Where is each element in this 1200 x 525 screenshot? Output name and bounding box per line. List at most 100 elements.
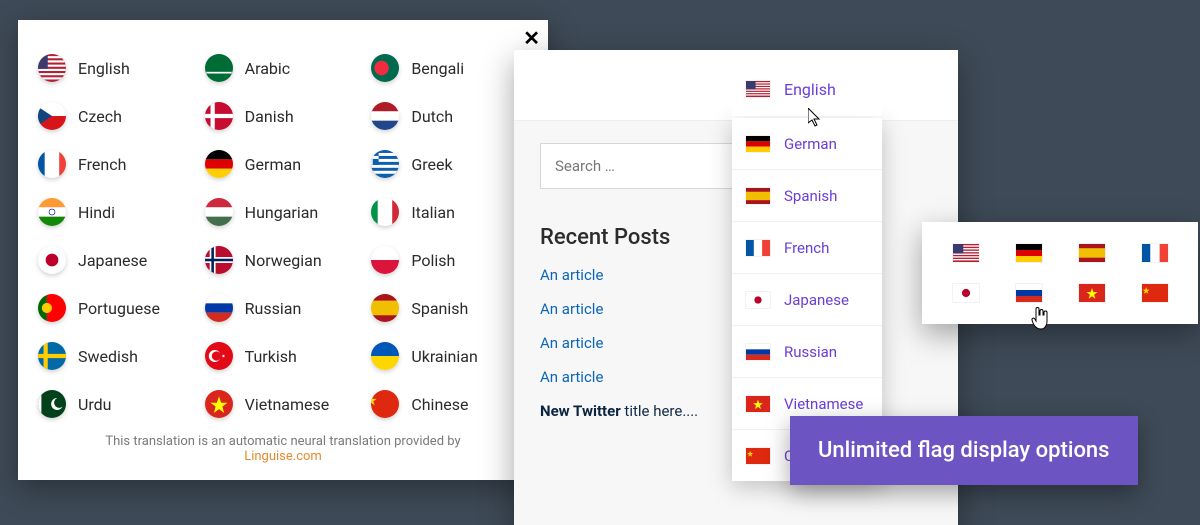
flag-icon (205, 102, 233, 130)
flag-icon (371, 54, 399, 82)
language-option-tr[interactable]: Turkish (205, 332, 362, 380)
flag-icon (38, 390, 66, 418)
language-option-pl[interactable]: Polish (371, 236, 528, 284)
flag-option-es[interactable] (1079, 244, 1105, 262)
language-label: Czech (78, 107, 122, 126)
language-option-se[interactable]: Swedish (38, 332, 195, 380)
flag-icon (205, 198, 233, 226)
flag-option-ru[interactable] (1016, 284, 1042, 302)
language-option-no[interactable]: Norwegian (205, 236, 362, 284)
tooltip-text: Unlimited flag display options (818, 438, 1110, 463)
language-option-sa[interactable]: Arabic (205, 44, 362, 92)
flag-icon (746, 81, 770, 97)
language-option-vn[interactable]: Vietnamese (205, 380, 362, 428)
footer-text: This translation is an automatic neural … (105, 434, 460, 449)
language-label: Hungarian (245, 203, 319, 222)
flag-icon (746, 448, 770, 464)
flag-icon (371, 198, 399, 226)
flag-icon (38, 342, 66, 370)
language-option-us[interactable]: English (38, 44, 195, 92)
flag-icon (371, 246, 399, 274)
language-label: German (245, 155, 301, 174)
dropdown-item-de[interactable]: German (732, 118, 882, 169)
language-label: Portuguese (78, 299, 160, 318)
language-option-in[interactable]: Hindi (38, 188, 195, 236)
language-label: Hindi (78, 203, 115, 222)
flag-icon (746, 344, 770, 360)
language-popup: ✕ English Arabic Bengali Czech Danish Dutch Fr… (18, 20, 548, 480)
dropdown-item-label: Spanish (784, 187, 837, 205)
flag-option-cn[interactable] (1142, 284, 1168, 302)
flag-icon (38, 246, 66, 274)
language-label: English (78, 59, 130, 78)
language-option-ua[interactable]: Ukrainian (371, 332, 528, 380)
flag-icon (205, 342, 233, 370)
language-label: Spanish (411, 299, 468, 318)
language-option-dk[interactable]: Danish (205, 92, 362, 140)
tooltip-banner: Unlimited flag display options (790, 416, 1138, 485)
language-label: Turkish (245, 347, 297, 366)
flag-icon (205, 294, 233, 322)
language-grid: English Arabic Bengali Czech Danish Dutch Fren… (38, 44, 528, 428)
close-icon[interactable]: ✕ (523, 26, 540, 50)
flag-option-vn[interactable] (1079, 284, 1105, 302)
language-label: Urdu (78, 395, 112, 414)
language-label: Bengali (411, 59, 464, 78)
language-label: Ukrainian (411, 347, 477, 366)
flag-option-de[interactable] (1016, 244, 1042, 262)
flag-icon (371, 102, 399, 130)
footer-link[interactable]: Linguise.com (244, 449, 322, 464)
flag-icon (205, 150, 233, 178)
language-dropdown-selected[interactable]: English (732, 62, 882, 116)
popup-footer: This translation is an automatic neural … (38, 434, 528, 464)
flag-icon (38, 54, 66, 82)
flag-icon (371, 150, 399, 178)
dropdown-item-jp[interactable]: Japanese (732, 273, 882, 325)
dropdown-item-fr[interactable]: French (732, 221, 882, 273)
post-title-rest: title here.... (621, 402, 698, 420)
language-option-hu[interactable]: Hungarian (205, 188, 362, 236)
search-placeholder: Search … (555, 157, 615, 175)
language-label: Swedish (78, 347, 138, 366)
flag-icon (746, 292, 770, 308)
flag-icon (746, 240, 770, 256)
language-label: Arabic (245, 59, 291, 78)
language-option-gr[interactable]: Greek (371, 140, 528, 188)
language-option-cz[interactable]: Czech (38, 92, 195, 140)
dropdown-item-label: Japanese (784, 291, 849, 309)
dropdown-item-es[interactable]: Spanish (732, 169, 882, 221)
language-option-cn[interactable]: Chinese (371, 380, 528, 428)
dropdown-item-label: Vietnamese (784, 395, 863, 413)
flag-icon (371, 294, 399, 322)
language-option-fr[interactable]: French (38, 140, 195, 188)
language-label: Chinese (411, 395, 468, 414)
dropdown-selected-label: English (784, 80, 836, 99)
dropdown-item-ru[interactable]: Russian (732, 325, 882, 377)
language-option-es[interactable]: Spanish (371, 284, 528, 332)
post-title-bold: New Twitter (540, 402, 621, 420)
flag-option-us[interactable] (953, 244, 979, 262)
flag-option-jp[interactable] (953, 284, 979, 302)
flag-icon (38, 198, 66, 226)
dropdown-item-label: Russian (784, 343, 837, 361)
language-option-ru[interactable]: Russian (205, 284, 362, 332)
language-option-it[interactable]: Italian (371, 188, 528, 236)
language-option-pk[interactable]: Urdu (38, 380, 195, 428)
flag-icon (746, 188, 770, 204)
language-option-bd[interactable]: Bengali (371, 44, 528, 92)
language-label: Danish (245, 107, 294, 126)
language-option-jp[interactable]: Japanese (38, 236, 195, 284)
flag-icon (205, 246, 233, 274)
flag-icon (38, 150, 66, 178)
flag-option-fr[interactable] (1142, 244, 1168, 262)
flag-icon (38, 294, 66, 322)
language-option-de[interactable]: German (205, 140, 362, 188)
language-option-pt[interactable]: Portuguese (38, 284, 195, 332)
language-option-nl[interactable]: Dutch (371, 92, 528, 140)
language-label: Polish (411, 251, 455, 270)
language-label: Norwegian (245, 251, 322, 270)
flag-icon (371, 342, 399, 370)
dropdown-item-label: French (784, 239, 829, 257)
flag-icon (746, 396, 770, 412)
language-label: Japanese (78, 251, 147, 270)
